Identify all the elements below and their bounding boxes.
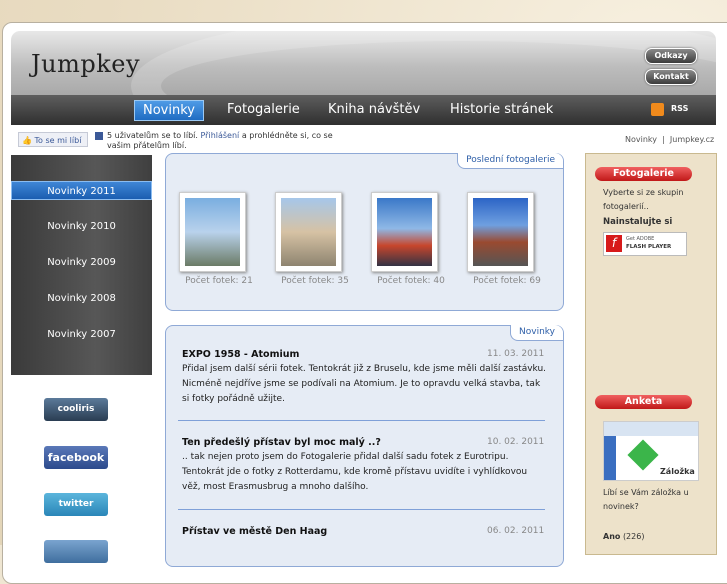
main-nav: Novinky Fotogalerie Kniha návštěv Histor…: [11, 95, 716, 125]
install-label: Nainstalujte si: [603, 217, 673, 227]
gallery-caption: Počet fotek: 35: [281, 276, 349, 286]
nav-history[interactable]: Historie stránek: [450, 95, 553, 125]
year-sidebar: Novinky 2011 Novinky 2010 Novinky 2009 N…: [11, 155, 152, 375]
gallery-thumb[interactable]: [467, 192, 534, 272]
links-button[interactable]: Odkazy: [645, 48, 697, 64]
like-button[interactable]: 👍 To se mi líbí: [18, 132, 88, 147]
gallery-thumb[interactable]: [179, 192, 246, 272]
gallery-caption: Počet fotek: 69: [473, 276, 541, 286]
flash-icon: f: [606, 235, 622, 252]
sidebar-item-2010[interactable]: Novinky 2010: [11, 217, 152, 236]
photo-widget-text[interactable]: Vyberte si ze skupin fotogalerií..: [603, 186, 693, 214]
news-date: 06. 02. 2011: [487, 526, 545, 536]
rss-icon[interactable]: [651, 103, 664, 116]
sidebar-item-2008[interactable]: Novinky 2008: [11, 289, 152, 308]
twitter-badge[interactable]: twitter: [44, 493, 108, 516]
news-body: Přidal jsem další sérii fotek. Tentokrát…: [182, 364, 547, 404]
flash-player-badge[interactable]: f Get ADOBE FLASH PLAYER: [603, 232, 687, 256]
galleries-tab[interactable]: Poslední fotogalerie: [457, 153, 563, 169]
news-title[interactable]: Ten předešlý přístav byl moc malý ..?: [182, 437, 381, 448]
site-logo[interactable]: Jumpkey: [31, 50, 140, 78]
gallery-caption: Počet fotek: 40: [377, 276, 445, 286]
sidebar-item-2011[interactable]: Novinky 2011: [11, 181, 152, 200]
breadcrumb: Novinky | Jumpkey.cz: [625, 135, 715, 144]
poll-answer[interactable]: Ano (226): [603, 532, 644, 541]
news-separator: [178, 420, 545, 421]
breadcrumb-site[interactable]: Jumpkey.cz: [670, 135, 714, 144]
gallery-caption: Počet fotek: 21: [185, 276, 253, 286]
news-separator: [178, 509, 545, 510]
news-tab[interactable]: Novinky: [510, 325, 563, 341]
breadcrumb-news[interactable]: Novinky: [625, 135, 657, 144]
cooliris-badge[interactable]: cooliris: [44, 398, 108, 421]
login-link[interactable]: Přihlášení: [201, 131, 240, 140]
news-date: 11. 03. 2011: [487, 349, 545, 359]
nav-gallery[interactable]: Fotogalerie: [227, 95, 300, 125]
photo-widget-heading: Fotogalerie: [595, 167, 692, 181]
gallery-thumb[interactable]: [371, 192, 438, 272]
news-title[interactable]: EXPO 1958 - Atomium: [182, 349, 299, 360]
more-badge[interactable]: [44, 540, 108, 563]
facebook-icon: [95, 132, 103, 140]
poll-image: Záložka: [603, 421, 699, 481]
facebook-badge[interactable]: facebook: [44, 446, 108, 469]
news-date: 10. 02. 2011: [487, 437, 545, 447]
gallery-thumb[interactable]: [275, 192, 342, 272]
news-body: .. tak nejen proto jsem do Fotogalerie p…: [182, 452, 528, 492]
news-title[interactable]: Přístav ve městě Den Haag: [182, 526, 327, 537]
poll-question: Líbí se Vám záložka u novinek?: [603, 488, 689, 511]
contact-button[interactable]: Kontakt: [645, 69, 697, 85]
like-text: 5 uživatelům se to líbí. Přihlášení a pr…: [107, 131, 333, 150]
sidebar-item-2007[interactable]: Novinky 2007: [11, 325, 152, 344]
rss-label[interactable]: RSS: [671, 104, 688, 113]
nav-guestbook[interactable]: Kniha návštěv: [328, 95, 420, 125]
poll-heading: Anketa: [595, 395, 692, 409]
nav-news[interactable]: Novinky: [134, 100, 204, 121]
sidebar-item-2009[interactable]: Novinky 2009: [11, 253, 152, 272]
